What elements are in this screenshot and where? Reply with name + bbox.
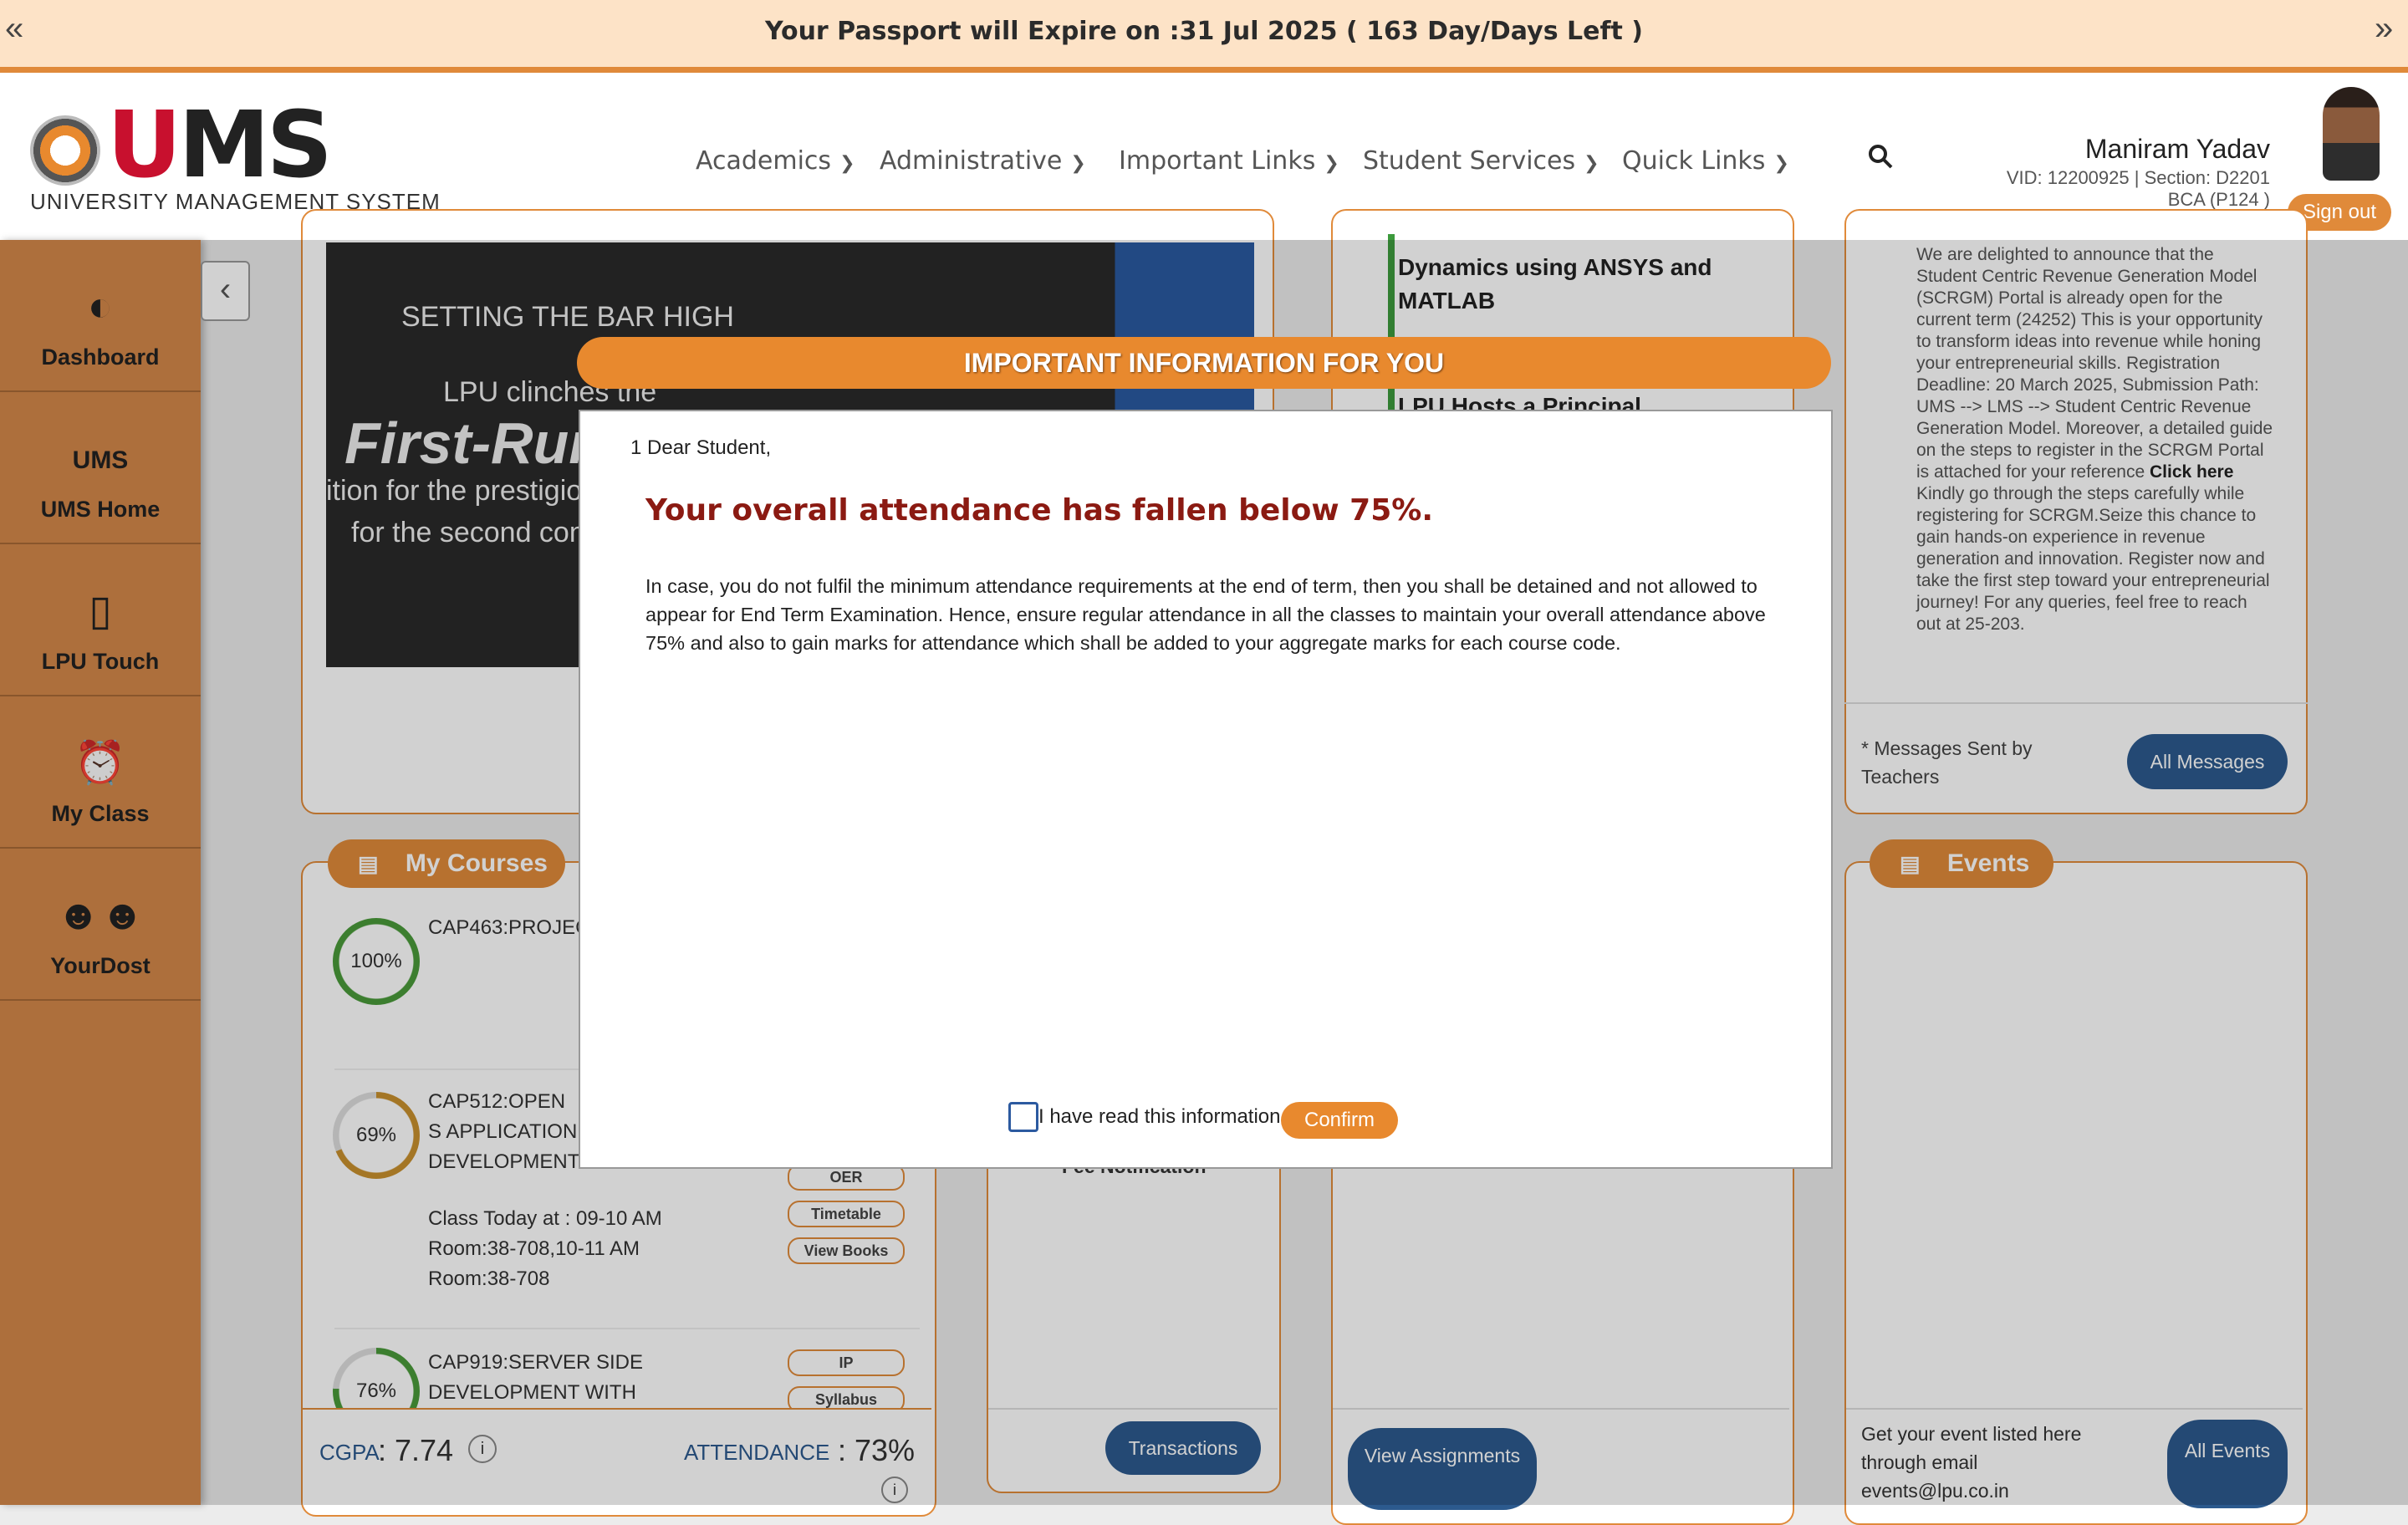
- nav-label: Academics: [696, 146, 832, 176]
- read-confirmation-checkbox[interactable]: [1008, 1102, 1038, 1132]
- lpu-emblem-icon[interactable]: [30, 115, 100, 186]
- banner-next-button[interactable]: »: [2375, 10, 2393, 48]
- chevron-down-icon: ❯: [1584, 153, 1599, 174]
- nav-label: Student Services: [1363, 146, 1576, 176]
- modal-header: IMPORTANT INFORMATION FOR YOU: [577, 337, 1831, 389]
- attendance-warning-heading: Your overall attendance has fallen below…: [645, 493, 1434, 528]
- read-confirmation-label[interactable]: I have read this information: [1038, 1105, 1281, 1129]
- user-vid-section: VID: 12200925 | Section: D2201: [2006, 167, 2270, 188]
- search-icon[interactable]: [1868, 144, 1893, 169]
- chevron-down-icon: ❯: [1070, 153, 1086, 174]
- nav-administrative[interactable]: Administrative ❯: [880, 146, 1086, 176]
- nav-quick-links[interactable]: Quick Links ❯: [1622, 146, 1789, 176]
- modal-greeting: 1 Dear Student,: [630, 436, 772, 459]
- user-program: BCA (P124 ): [2167, 189, 2270, 210]
- passport-expiry-text: Your Passport will Expire on :31 Jul 202…: [764, 17, 1643, 46]
- attendance-warning-body: In case, you do not fulfil the minimum a…: [645, 575, 1766, 654]
- ums-logo[interactable]: UMS: [107, 99, 333, 191]
- nav-label: Important Links: [1119, 146, 1316, 176]
- user-name: Maniram Yadav: [2084, 134, 2270, 164]
- confirm-button[interactable]: Confirm: [1281, 1102, 1398, 1139]
- nav-label: Administrative: [880, 146, 1063, 176]
- nav-student-services[interactable]: Student Services ❯: [1363, 146, 1599, 176]
- nav-academics[interactable]: Academics ❯: [696, 146, 855, 176]
- nav-label: Quick Links: [1622, 146, 1766, 176]
- chevron-down-icon: ❯: [839, 153, 855, 174]
- nav-important-links[interactable]: Important Links ❯: [1119, 146, 1339, 176]
- avatar[interactable]: [2323, 87, 2380, 181]
- passport-expiry-banner: « Your Passport will Expire on :31 Jul 2…: [0, 0, 2408, 73]
- chevron-down-icon: ❯: [1773, 153, 1789, 174]
- attendance-modal: 1 Dear Student, Your overall attendance …: [579, 410, 1833, 1169]
- chevron-down-icon: ❯: [1324, 153, 1339, 174]
